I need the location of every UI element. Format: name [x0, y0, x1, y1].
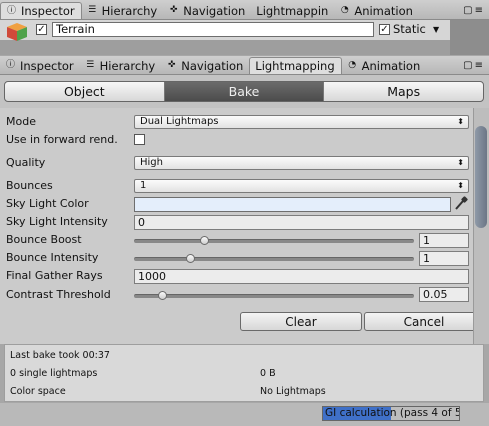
- static-label: Static: [393, 22, 426, 36]
- bounce-boost-slider-thumb[interactable]: [199, 236, 209, 245]
- header-spacer: [0, 40, 450, 55]
- info-icon: ⓘ: [6, 5, 16, 16]
- tab-lightmapping-2[interactable]: Lightmapping: [249, 57, 342, 74]
- lightmapping-mode-tabs: Object Bake Maps: [4, 81, 484, 102]
- lock-icon[interactable]: ▢: [463, 5, 472, 16]
- last-bake-text: Last bake took 00:37: [10, 350, 110, 361]
- bake-tab[interactable]: Bake: [164, 82, 325, 101]
- forward-label: Use in forward rend.: [6, 133, 118, 146]
- quality-dropdown[interactable]: High ⬍: [134, 156, 469, 170]
- maps-tab[interactable]: Maps: [324, 82, 483, 101]
- static-checkbox[interactable]: ✓: [379, 24, 390, 35]
- tab-animation[interactable]: ◔ Animation: [334, 2, 419, 19]
- chevron-down-icon[interactable]: ▼: [433, 25, 439, 34]
- quality-label: Quality: [6, 156, 46, 169]
- sky-intensity-label: Sky Light Intensity: [6, 215, 108, 228]
- lock-icon[interactable]: ▢: [463, 60, 472, 71]
- bounce-intensity-slider-track[interactable]: [134, 257, 414, 261]
- contrast-label: Contrast Threshold: [6, 288, 111, 301]
- tab-label: Animation: [354, 3, 413, 18]
- bounces-dropdown[interactable]: 1 ⬍: [134, 179, 469, 193]
- scrollbar-thumb[interactable]: [475, 126, 487, 228]
- tab-inspector-2[interactable]: ⓘ Inspector: [0, 57, 80, 74]
- contrast-slider-track[interactable]: [134, 294, 414, 298]
- menu-icon[interactable]: ≡: [475, 5, 483, 16]
- sky-color-label: Sky Light Color: [6, 197, 89, 210]
- tab-label: Inspector: [20, 58, 74, 73]
- final-gather-label: Final Gather Rays: [6, 269, 103, 282]
- tab-label: Lightmapping: [255, 59, 335, 73]
- object-name-field[interactable]: Terrain: [52, 22, 374, 37]
- bounce-boost-slider-track[interactable]: [134, 239, 414, 243]
- quality-value: High: [140, 157, 163, 168]
- animation-icon: ◔: [348, 60, 357, 70]
- sky-color-swatch[interactable]: [134, 197, 451, 212]
- dropdown-arrow-icon: ⬍: [457, 158, 464, 167]
- animation-icon: ◔: [340, 5, 349, 15]
- mode-label: Mode: [6, 115, 36, 128]
- final-gather-field[interactable]: 1000: [134, 269, 469, 284]
- terrain-icon: [7, 23, 27, 41]
- navigation-icon: ✜: [169, 5, 178, 15]
- tab-inspector[interactable]: ⓘ Inspector: [0, 2, 82, 19]
- bounces-value: 1: [140, 180, 147, 191]
- tab-label: Hierarchy: [101, 3, 158, 18]
- color-space-label: Color space: [10, 386, 66, 397]
- dropdown-arrow-icon: ⬍: [457, 181, 464, 190]
- tab-hierarchy[interactable]: ☰ Hierarchy: [82, 2, 164, 19]
- eyedropper-icon[interactable]: [453, 196, 468, 212]
- header-gap: [450, 20, 489, 55]
- tab-label: Inspector: [21, 4, 75, 18]
- top-tab-bar: ⓘ Inspector ☰ Hierarchy ✜ Navigation Lightm…: [0, 0, 489, 20]
- bounce-intensity-slider-thumb[interactable]: [185, 254, 195, 263]
- dropdown-arrow-icon: ⬍: [457, 117, 464, 126]
- tab-label: Navigation: [183, 3, 246, 18]
- mode-dropdown[interactable]: Dual Lightmaps ⬍: [134, 115, 469, 129]
- lightmap-size-text: 0 B: [260, 368, 276, 379]
- bake-progress-bar: GI calculation (pass 4 of 5): [322, 406, 460, 421]
- object-tab[interactable]: Object: [5, 82, 165, 101]
- menu-icon[interactable]: ≡: [475, 60, 483, 71]
- tab-label: Lightmappin: [256, 3, 329, 18]
- tab-animation-2[interactable]: ◔ Animation: [342, 57, 427, 74]
- tab-menu-button[interactable]: ▢ ≡: [463, 2, 489, 19]
- tab-menu-button-2[interactable]: ▢ ≡: [463, 57, 489, 74]
- bounce-boost-field[interactable]: 1: [419, 233, 469, 248]
- bounce-boost-label: Bounce Boost: [6, 233, 82, 246]
- sky-intensity-field[interactable]: 0: [134, 215, 469, 230]
- navigation-icon: ✜: [167, 60, 176, 70]
- mode-value: Dual Lightmaps: [140, 116, 219, 127]
- bounce-intensity-field[interactable]: 1: [419, 251, 469, 266]
- hierarchy-icon: ☰: [86, 60, 95, 70]
- info-icon: ⓘ: [5, 60, 15, 70]
- tab-label: Navigation: [181, 58, 244, 73]
- hierarchy-icon: ☰: [88, 5, 97, 15]
- tab-label: Hierarchy: [99, 58, 156, 73]
- progress-text: GI calculation (pass 4 of 5): [325, 407, 460, 419]
- tab-label: Animation: [361, 58, 421, 73]
- color-space-value: No Lightmaps: [260, 386, 326, 397]
- bake-info-box: Last bake took 00:37 0 single lightmaps …: [4, 344, 484, 402]
- bounce-intensity-label: Bounce Intensity: [6, 251, 99, 264]
- active-checkbox[interactable]: ✓: [36, 24, 47, 35]
- tab-hierarchy-2[interactable]: ☰ Hierarchy: [80, 57, 162, 74]
- tab-navigation-2[interactable]: ✜ Navigation: [161, 57, 249, 74]
- contrast-field[interactable]: 0.05: [419, 287, 469, 302]
- forward-checkbox[interactable]: [134, 134, 145, 145]
- bounces-label: Bounces: [6, 179, 53, 192]
- contrast-slider-thumb[interactable]: [157, 291, 167, 300]
- tab-lightmapping[interactable]: Lightmappin: [251, 2, 334, 19]
- tab-navigation[interactable]: ✜ Navigation: [163, 2, 251, 19]
- lightmap-count-text: 0 single lightmaps: [10, 368, 98, 379]
- second-tab-bar: ⓘ Inspector ☰ Hierarchy ✜ Navigation Lightm…: [0, 56, 489, 75]
- cancel-button[interactable]: Cancel: [364, 312, 484, 331]
- clear-button[interactable]: Clear: [240, 312, 362, 331]
